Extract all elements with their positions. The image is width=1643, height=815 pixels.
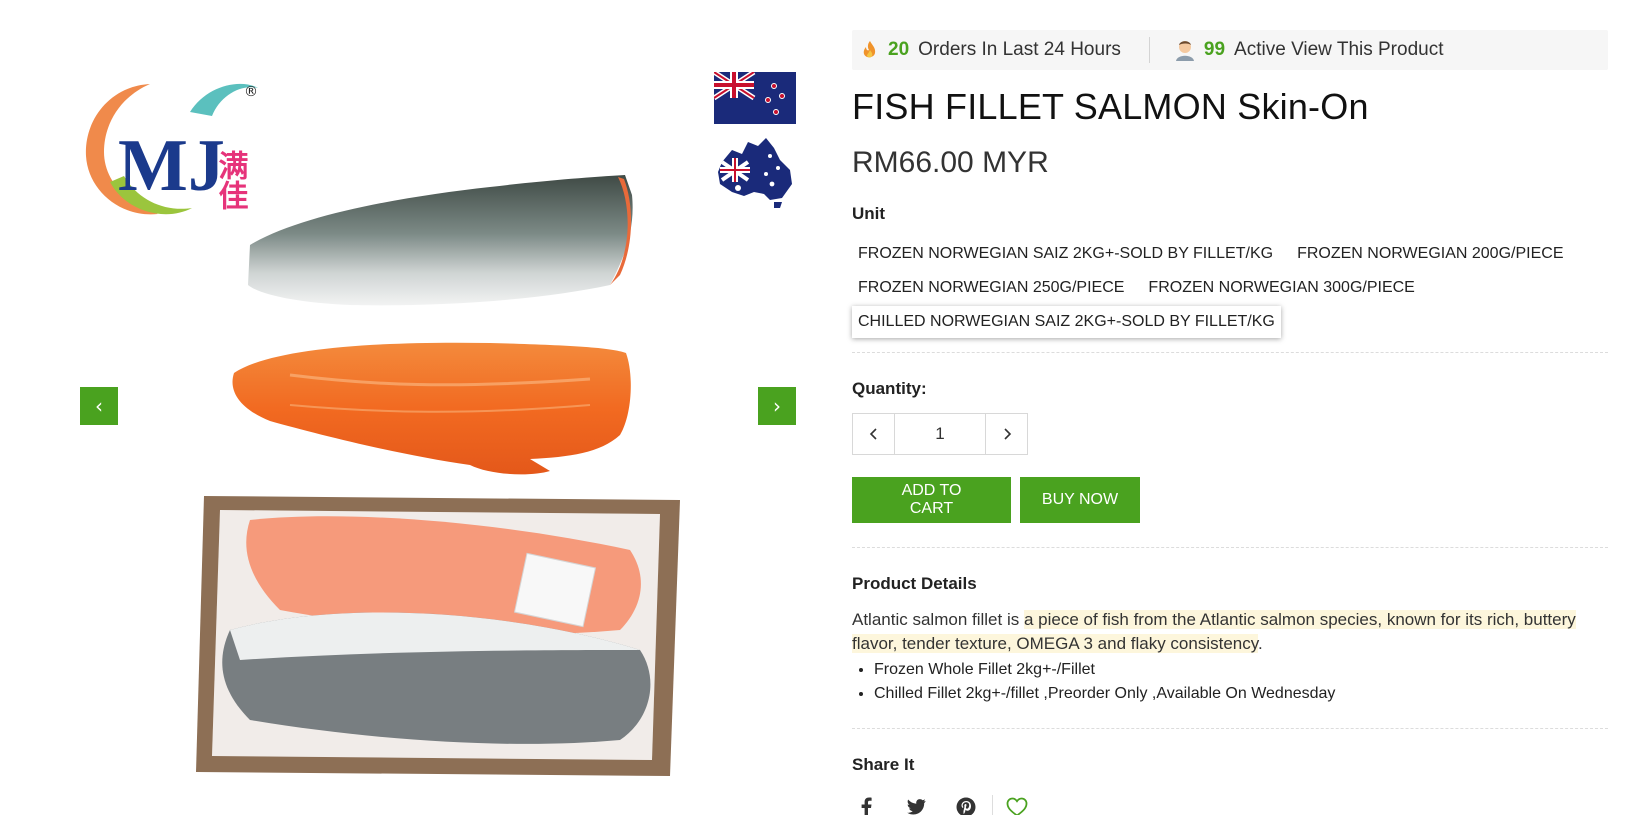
new-zealand-flag-icon [714,72,796,124]
quantity-increase-button[interactable] [985,414,1027,454]
buy-now-button[interactable]: BUY NOW [1020,477,1140,523]
orders-text: Orders In Last 24 Hours [918,39,1121,60]
australia-flag-icon [718,138,792,208]
divider [852,352,1608,353]
gallery-next-button[interactable]: › [758,387,796,425]
product-price: RM66.00 MYR [852,146,1049,179]
chevron-left-icon: ‹ [95,394,103,418]
chevron-right-icon: › [773,394,781,418]
person-icon [1175,41,1194,61]
orders-stat: 20 Orders In Last 24 Hours [860,39,1121,61]
product-description: Atlantic salmon fillet is a piece of fis… [852,608,1592,656]
fire-icon [863,41,876,58]
product-info: 20 Orders In Last 24 Hours 99 Active Vie… [852,30,1608,815]
stats-divider [1148,37,1150,63]
twitter-share-button[interactable] [902,793,930,815]
views-text: Active View This Product [1234,39,1444,60]
logo-reg-mark: ® [244,84,258,100]
facebook-icon [861,797,872,815]
orders-count: 20 [888,39,910,60]
unit-options: FROZEN NORWEGIAN SAIZ 2KG+-SOLD BY FILLE… [852,238,1592,340]
chevron-right-icon [1003,428,1011,440]
stats-bar: 20 Orders In Last 24 Hours 99 Active Vie… [852,30,1608,70]
unit-option[interactable]: FROZEN NORWEGIAN 200G/PIECE [1291,238,1569,270]
quantity-input[interactable] [895,414,985,454]
quantity-stepper [852,413,1028,455]
divider [852,728,1608,729]
description-intro: Atlantic salmon fillet is [852,610,1020,629]
unit-option-selected[interactable]: CHILLED NORWEGIAN SAIZ 2KG+-SOLD BY FILL… [852,306,1281,338]
share-label: Share It [852,755,915,774]
quantity-decrease-button[interactable] [853,414,895,454]
list-item: Chilled Fillet 2kg+-/fillet ,Preorder On… [874,682,1608,706]
product-details-label: Product Details [852,574,977,593]
logo-text: MJ [118,125,225,207]
heart-icon [1006,797,1028,815]
salmon-flesh-fillet-image [232,342,631,475]
divider [852,547,1608,548]
views-stat: 99 Active View This Product [1174,39,1444,61]
pinterest-icon [956,797,976,815]
description-end: . [1258,634,1263,653]
views-count: 99 [1203,39,1226,60]
wishlist-button[interactable] [1003,793,1031,815]
unit-option[interactable]: FROZEN NORWEGIAN 300G/PIECE [1142,272,1420,304]
product-title: FISH FILLET SALMON Skin-On [852,86,1369,127]
add-to-cart-button[interactable]: ADD TO CART [852,477,1011,523]
list-item: Frozen Whole Fillet 2kg+-/Fillet [874,658,1608,682]
social-separator [992,795,993,815]
chevron-left-icon [869,428,877,440]
quantity-label: Quantity: [852,379,927,398]
product-gallery: MJ 满佳 ® ‹ › [80,60,800,780]
details-list: Frozen Whole Fillet 2kg+-/Fillet Chilled… [852,658,1608,706]
unit-option[interactable]: FROZEN NORWEGIAN 250G/PIECE [852,272,1130,304]
salmon-skin-fillet-image [248,175,633,306]
share-icons [852,793,1608,815]
unit-label: Unit [852,204,886,223]
facebook-share-button[interactable] [852,793,880,815]
twitter-icon [907,799,926,815]
salmon-box-image [196,496,680,776]
unit-option[interactable]: FROZEN NORWEGIAN SAIZ 2KG+-SOLD BY FILLE… [852,238,1279,270]
gallery-prev-button[interactable]: ‹ [80,387,118,425]
pinterest-share-button[interactable] [952,793,980,815]
action-buttons: ADD TO CART BUY NOW [852,477,1608,523]
